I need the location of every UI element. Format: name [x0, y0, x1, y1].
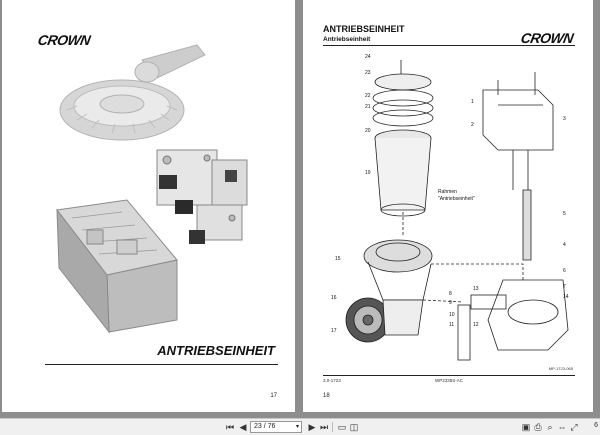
svg-text:1: 1 — [471, 99, 474, 105]
figure-reference: MP-1723-065 — [548, 366, 573, 371]
right-page-number: 18 — [323, 393, 330, 399]
first-page-icon[interactable]: ⏮ — [224, 421, 236, 433]
svg-text:12: 12 — [473, 322, 479, 328]
svg-text:13: 13 — [473, 286, 479, 292]
toolbar-divider — [332, 422, 333, 432]
svg-text:19: 19 — [365, 170, 371, 176]
svg-text:8: 8 — [449, 291, 452, 297]
svg-text:7: 7 — [563, 284, 566, 290]
drive-unit-exploded-diagram: 242322 212019 151617 123 456 789 1011 12 … — [331, 54, 569, 361]
svg-text:9: 9 — [449, 300, 452, 306]
svg-text:10: 10 — [449, 312, 455, 318]
footer-section: 3.0-1723 — [323, 378, 341, 383]
svg-text:17: 17 — [331, 328, 337, 334]
title-underline — [45, 364, 278, 365]
fit-width-icon[interactable]: ⇔ — [556, 421, 568, 433]
svg-text:4: 4 — [563, 242, 566, 248]
dropdown-arrow-icon[interactable]: ▾ — [296, 422, 299, 432]
two-page-icon[interactable]: ◫ — [348, 421, 360, 433]
footer-model: WP2335S-AC — [435, 378, 464, 383]
footer-rule — [323, 375, 575, 376]
search-icon[interactable]: ⌕ — [544, 421, 556, 433]
controller-image — [56, 199, 178, 334]
svg-text:14: 14 — [563, 294, 569, 300]
svg-text:"Antriebseinheit": "Antriebseinheit" — [438, 196, 475, 202]
next-page-icon[interactable]: ▶ — [306, 421, 318, 433]
fit-page-icon[interactable]: ⤢ — [568, 421, 580, 433]
svg-text:6: 6 — [563, 268, 566, 274]
right-page-subtitle: Antriebseinheit — [323, 36, 371, 43]
print-icon[interactable]: ⎙ — [532, 421, 544, 433]
previous-page-icon[interactable]: ◀ — [237, 421, 249, 433]
svg-text:22: 22 — [365, 93, 371, 99]
header-rule — [323, 45, 575, 46]
page-right: ANTRIEBSEINHEIT Antriebseinheit CROWN 24… — [303, 0, 593, 412]
svg-text:3: 3 — [563, 116, 566, 122]
components-illustration — [56, 44, 248, 334]
document-viewport[interactable]: CROWN ANTRIEBSEINHEIT 17 ANTRIEBSEINHEIT… — [0, 0, 600, 418]
valve-block-image — [156, 149, 248, 244]
single-page-icon[interactable]: ▭ — [336, 421, 348, 433]
svg-text:16: 16 — [331, 295, 337, 301]
bevel-gear-image — [59, 44, 206, 141]
zoom-level[interactable]: 6 — [594, 422, 598, 429]
svg-text:11: 11 — [449, 322, 454, 328]
crown-logo: CROWN — [519, 30, 575, 46]
page-number-input[interactable]: 23 / 76 ▾ — [250, 421, 302, 433]
svg-text:5: 5 — [563, 211, 566, 217]
svg-text:23: 23 — [365, 70, 371, 76]
svg-text:2: 2 — [471, 122, 474, 128]
left-page-number: 17 — [270, 393, 277, 399]
right-page-title: ANTRIEBSEINHEIT — [323, 24, 405, 34]
svg-text:20: 20 — [365, 128, 371, 134]
page-left: CROWN ANTRIEBSEINHEIT 17 — [2, 0, 295, 412]
svg-text:24: 24 — [365, 54, 371, 60]
pdf-toolbar: ⏮ ◀ 23 / 76 ▾ ▶ ⏭ ▭ ◫ ▣ ⎙ ⌕ ⇔ ⤢ 6 — [0, 418, 600, 435]
svg-text:Rahmen: Rahmen — [438, 189, 457, 195]
svg-text:15: 15 — [335, 256, 341, 262]
svg-text:21: 21 — [365, 104, 371, 110]
left-page-title: ANTRIEBSEINHEIT — [157, 343, 275, 358]
last-page-icon[interactable]: ⏭ — [318, 421, 330, 433]
save-icon[interactable]: ▣ — [520, 421, 532, 433]
